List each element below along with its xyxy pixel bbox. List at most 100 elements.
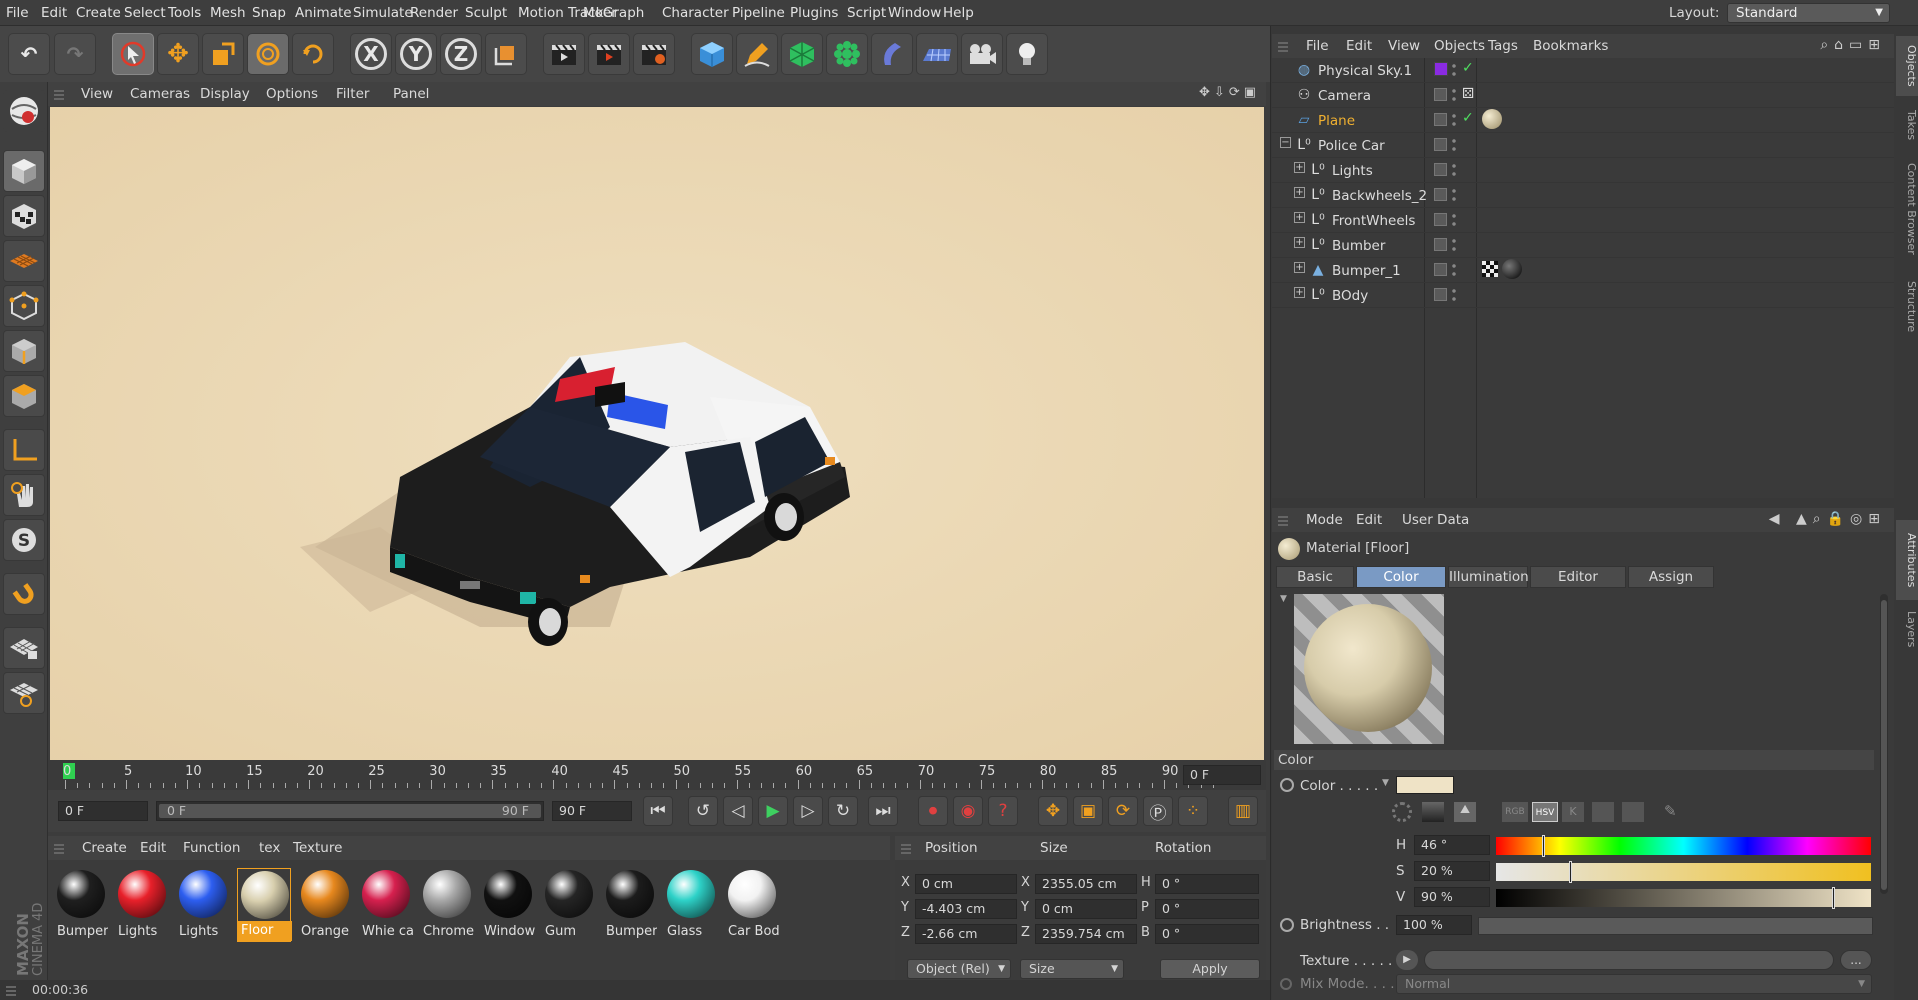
v-field[interactable]: 90 % bbox=[1414, 887, 1490, 907]
model-mode-button[interactable] bbox=[3, 150, 45, 192]
material-swatch[interactable]: Glass bbox=[664, 868, 718, 942]
position-z-field[interactable]: -2.66 cm bbox=[915, 924, 1017, 944]
key-rotation-button[interactable]: ⟳ bbox=[1108, 796, 1138, 826]
material-swatch[interactable]: Floor bbox=[237, 868, 292, 942]
render-to-picture-viewer-button[interactable] bbox=[588, 33, 630, 75]
rgb-button[interactable]: RGB bbox=[1502, 802, 1528, 822]
spectrum-icon[interactable] bbox=[1422, 802, 1444, 822]
layout-select[interactable]: Standard ▼ bbox=[1727, 3, 1890, 23]
layer-box-icon[interactable] bbox=[1434, 138, 1447, 151]
attribute-menu-edit[interactable]: Edit bbox=[1356, 512, 1382, 528]
next-frame-button[interactable]: ▷ bbox=[793, 796, 823, 826]
tag-icon[interactable] bbox=[1482, 109, 1502, 129]
object-row[interactable]: + L⁰ Backwheels_2 bbox=[1272, 183, 1894, 208]
recent-tool-button[interactable] bbox=[292, 33, 334, 75]
size-mode-select[interactable]: Size ▼ bbox=[1020, 959, 1124, 979]
tab-assign[interactable]: Assign bbox=[1628, 566, 1714, 588]
go-to-start-button[interactable]: ⏮ bbox=[643, 796, 673, 826]
menu-create[interactable]: Create bbox=[76, 5, 121, 21]
object-row[interactable]: − L⁰ Police Car bbox=[1272, 133, 1894, 158]
rotation-b-field[interactable]: 0 ° bbox=[1155, 924, 1259, 944]
add-spline-button[interactable] bbox=[736, 33, 778, 75]
add-camera-button[interactable] bbox=[961, 33, 1003, 75]
material-swatch[interactable]: Chrome bbox=[420, 868, 474, 942]
viewport-menu-filter[interactable]: Filter bbox=[336, 86, 369, 102]
menu-file[interactable]: File bbox=[6, 5, 29, 21]
v-slider[interactable] bbox=[1496, 887, 1871, 909]
tag-icon[interactable]: ✓ bbox=[1462, 110, 1474, 126]
layer-box-icon[interactable] bbox=[1434, 213, 1447, 226]
y-axis-button[interactable]: Y bbox=[395, 33, 437, 75]
mixmode-radio[interactable] bbox=[1280, 978, 1292, 990]
key-parameter-button[interactable]: Ⓟ bbox=[1143, 796, 1173, 826]
side-tab-objects[interactable]: Objects bbox=[1896, 36, 1918, 96]
lock-workplane-button[interactable] bbox=[3, 627, 45, 669]
side-tab-attributes[interactable]: Attributes bbox=[1896, 520, 1918, 600]
object-row[interactable]: ◍ Physical Sky.1 ✓ bbox=[1272, 58, 1894, 83]
layer-box-icon[interactable] bbox=[1434, 238, 1447, 251]
hsv-button[interactable]: HSV bbox=[1532, 802, 1558, 822]
add-environment-button[interactable] bbox=[916, 33, 958, 75]
visibility-dots-icon[interactable] bbox=[1452, 112, 1456, 128]
object-row[interactable]: + L⁰ Bumber bbox=[1272, 233, 1894, 258]
texture-play-button[interactable]: ▶ bbox=[1396, 950, 1418, 970]
menu-tools[interactable]: Tools bbox=[168, 5, 201, 21]
eyedropper-icon[interactable]: ✎ bbox=[1664, 802, 1677, 820]
expand-toggle-icon[interactable]: + bbox=[1294, 287, 1305, 298]
material-swatch[interactable]: Whie ca bbox=[359, 868, 413, 942]
add-cube-button[interactable] bbox=[691, 33, 733, 75]
side-tab-takes[interactable]: Takes bbox=[1896, 100, 1918, 150]
add-light-button[interactable] bbox=[1006, 33, 1048, 75]
snap-button[interactable] bbox=[3, 573, 45, 615]
side-tab-content-browser[interactable]: Content Browser bbox=[1896, 150, 1918, 268]
menu-plugins[interactable]: Plugins bbox=[790, 5, 838, 21]
rotation-h-field[interactable]: 0 ° bbox=[1155, 874, 1259, 894]
visibility-dots-icon[interactable] bbox=[1452, 212, 1456, 228]
material-menu-create[interactable]: Create bbox=[82, 840, 127, 856]
brightness-field[interactable]: 100 % bbox=[1396, 915, 1472, 935]
visibility-dots-icon[interactable] bbox=[1452, 237, 1456, 253]
go-to-end-button[interactable]: ⏭ bbox=[868, 796, 898, 826]
brightness-radio[interactable] bbox=[1280, 918, 1294, 932]
add-generator-button[interactable] bbox=[781, 33, 823, 75]
move-button[interactable]: ✥ bbox=[157, 33, 199, 75]
position-y-field[interactable]: -4.403 cm bbox=[915, 899, 1017, 919]
material-swatch[interactable]: Gum bbox=[542, 868, 596, 942]
viewport-menu-display[interactable]: Display bbox=[200, 86, 250, 102]
next-key-button[interactable]: ↻ bbox=[828, 796, 858, 826]
material-swatch[interactable]: Bumper bbox=[54, 868, 108, 942]
object-menu-file[interactable]: File bbox=[1306, 38, 1329, 54]
expand-toggle-icon[interactable]: + bbox=[1294, 187, 1305, 198]
visibility-dots-icon[interactable] bbox=[1452, 137, 1456, 153]
menu-sculpt[interactable]: Sculpt bbox=[465, 5, 507, 21]
visibility-dots-icon[interactable] bbox=[1452, 187, 1456, 203]
menu-render[interactable]: Render bbox=[410, 5, 458, 21]
menu-snap[interactable]: Snap bbox=[252, 5, 286, 21]
z-axis-button[interactable]: Z bbox=[440, 33, 482, 75]
mixer-icon[interactable] bbox=[1592, 802, 1614, 822]
menu-script[interactable]: Script bbox=[847, 5, 886, 21]
expand-toggle-icon[interactable]: − bbox=[1280, 137, 1291, 148]
menu-select[interactable]: Select bbox=[124, 5, 166, 21]
menu-edit[interactable]: Edit bbox=[41, 5, 67, 21]
s-slider[interactable] bbox=[1496, 861, 1871, 883]
workplane-mode-button[interactable] bbox=[3, 240, 45, 282]
play-button[interactable]: ▶ bbox=[758, 796, 788, 826]
tag-icon[interactable] bbox=[1482, 261, 1498, 277]
image-icon[interactable]: ⛰ bbox=[1454, 802, 1476, 822]
visibility-dots-icon[interactable] bbox=[1452, 262, 1456, 278]
3d-viewport[interactable] bbox=[50, 107, 1264, 760]
keyframe-selection-button[interactable]: ? bbox=[988, 796, 1018, 826]
visibility-dots-icon[interactable] bbox=[1452, 87, 1456, 103]
material-swatch[interactable]: Lights bbox=[176, 868, 230, 942]
object-row[interactable]: + L⁰ Lights bbox=[1272, 158, 1894, 183]
layer-box-icon[interactable] bbox=[1434, 188, 1447, 201]
expand-toggle-icon[interactable]: + bbox=[1294, 212, 1305, 223]
scale-button[interactable] bbox=[202, 33, 244, 75]
material-swatch[interactable]: Orange bbox=[298, 868, 352, 942]
h-field[interactable]: 46 ° bbox=[1414, 835, 1490, 855]
menu-mesh[interactable]: Mesh bbox=[210, 5, 246, 21]
viewport-menu-view[interactable]: View bbox=[81, 86, 113, 102]
timeline-window-button[interactable]: ▥ bbox=[1228, 796, 1258, 826]
tag-icon[interactable] bbox=[1502, 259, 1522, 279]
